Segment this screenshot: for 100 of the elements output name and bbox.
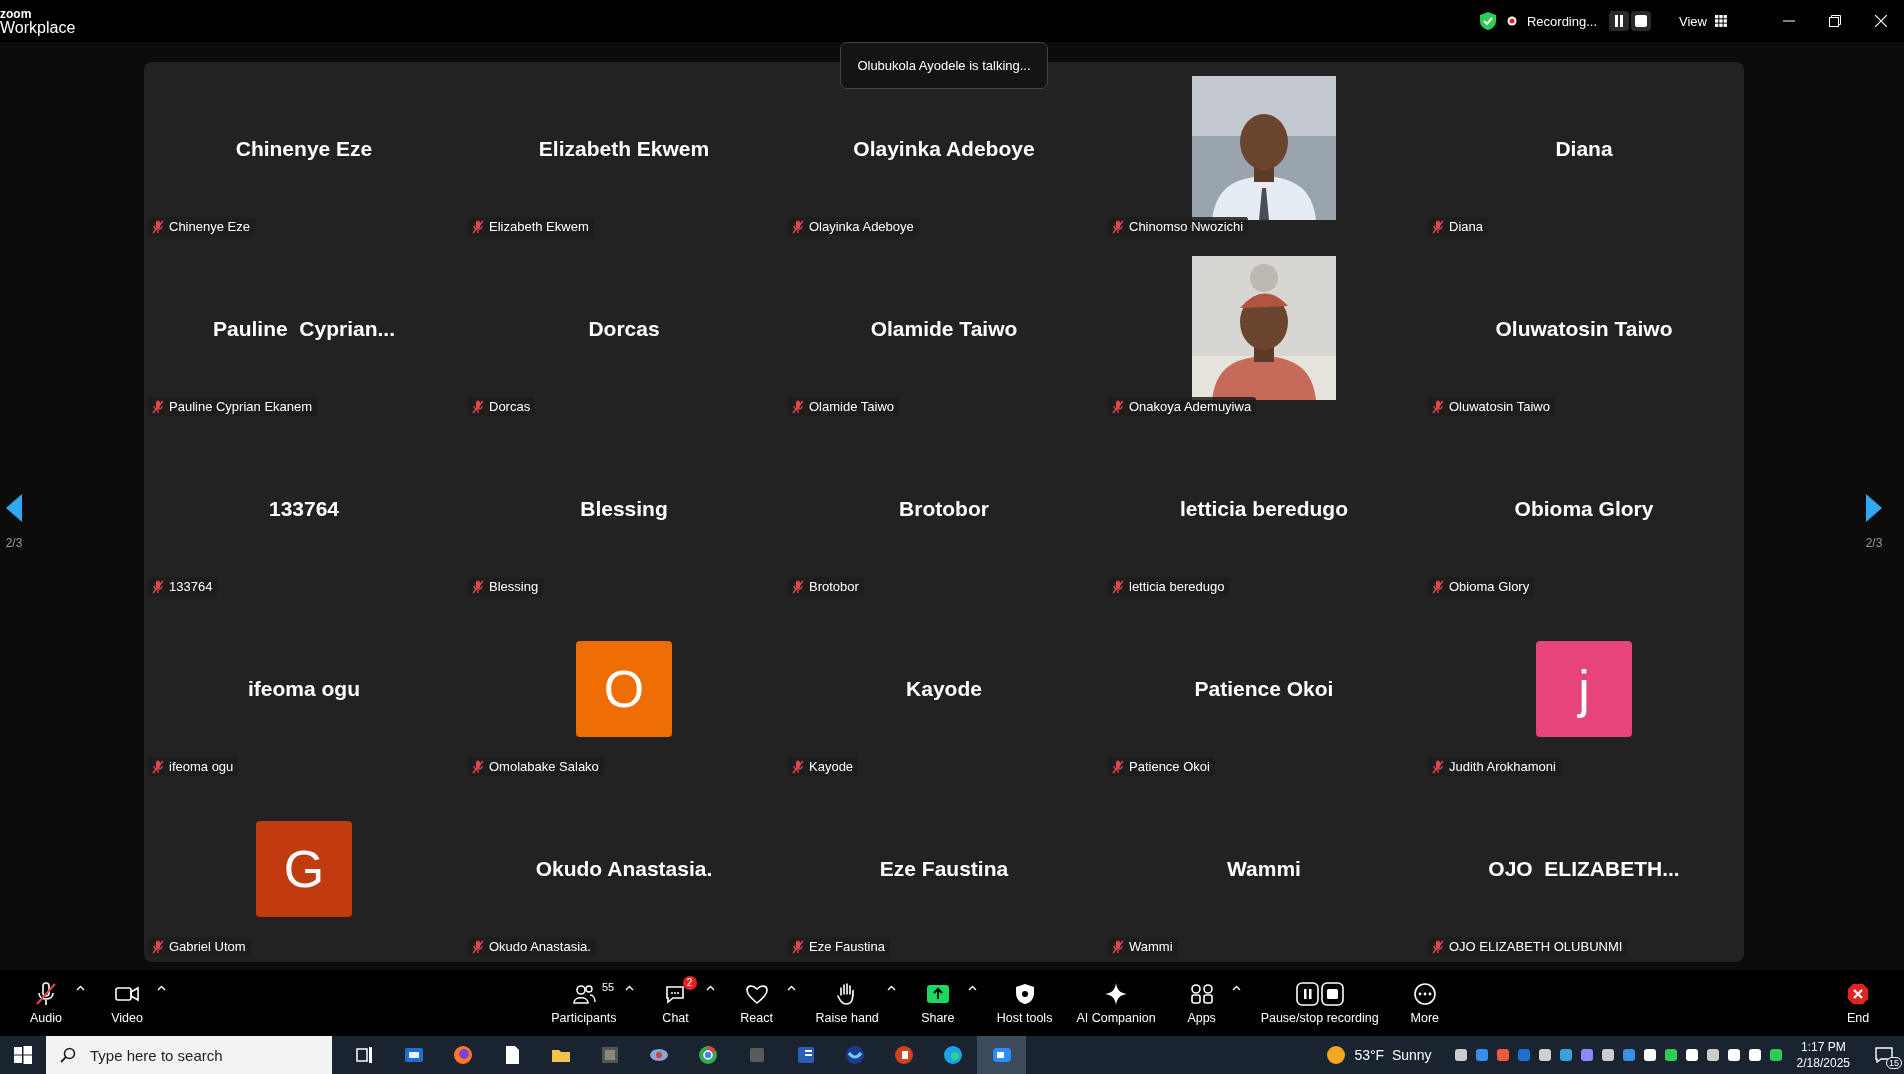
muted-mic-icon <box>1432 219 1444 234</box>
caret-icon <box>76 985 85 991</box>
participant-label: Pauline Cyprian Ekanem <box>169 399 313 414</box>
stop-icon <box>1635 15 1648 27</box>
tray-icon[interactable] <box>1453 1048 1468 1062</box>
participant-name: Pauline Cyprian... <box>212 317 396 341</box>
toolbar-button[interactable]: React <box>728 977 785 1029</box>
participant-label: Onakoya Ademuyiwa <box>1129 399 1252 414</box>
muted-mic-icon <box>792 399 804 414</box>
caret-icon <box>786 985 796 991</box>
toolbar-button[interactable]: Audio <box>18 977 74 1029</box>
muted-mic-icon <box>152 219 164 234</box>
participant-label: Gabriel Utom <box>169 939 246 954</box>
caret-icon <box>157 985 166 991</box>
participant-name: Okudo Anastasia. <box>535 857 713 881</box>
taskbar-button[interactable] <box>977 1036 1026 1074</box>
participant-label: ifeoma ogu <box>169 759 234 774</box>
caret-icon <box>624 985 634 991</box>
participant-label: Wammi <box>1129 939 1173 954</box>
stop-button[interactable] <box>1631 11 1652 31</box>
unread-badge: 2 <box>682 976 697 990</box>
muted-mic-icon <box>1432 939 1444 954</box>
muted-mic-icon <box>792 219 804 234</box>
end-button[interactable]: End <box>1830 977 1886 1029</box>
muted-mic-icon <box>152 579 164 594</box>
toolbar-button[interactable]: Raise hand <box>809 977 885 1029</box>
participant-name: Olayinka Adeboye <box>853 137 1035 161</box>
clock-time: 1:17 PM <box>1799 1038 1847 1055</box>
participant-name: 133764 <box>268 497 340 521</box>
toolbar-button[interactable]: 55 Participants <box>545 977 623 1029</box>
muted-mic-icon <box>1112 219 1124 234</box>
muted-mic-icon <box>472 759 484 774</box>
tray-icon[interactable] <box>1705 1048 1720 1062</box>
speaker-notice: Olubukola Ayodele is talking... <box>840 42 1048 89</box>
windows-logo-icon <box>14 1046 32 1064</box>
participant-name: Brotobor <box>899 497 989 521</box>
participant-name: ifeoma ogu <box>248 677 360 701</box>
people-icon <box>571 982 596 1006</box>
toolbar-button[interactable]: Share <box>909 977 966 1029</box>
heart-icon <box>744 982 769 1006</box>
participant-label: Brotobor <box>809 579 859 594</box>
toolbar-button[interactable]: More <box>1396 977 1453 1029</box>
participant-label: Elizabeth Ekwem <box>489 219 589 234</box>
toolbar-button[interactable]: Video <box>99 977 155 1029</box>
participant-label: Diana <box>1449 219 1483 234</box>
caret-icon <box>1231 985 1241 991</box>
participant-name: Blessing <box>580 497 668 521</box>
tray-icon[interactable] <box>1642 1048 1657 1062</box>
tray-icon[interactable] <box>1537 1048 1552 1062</box>
participant-label: letticia beredugo <box>1129 579 1225 594</box>
page-indicator: 2/3 <box>5 536 23 550</box>
tray-icon[interactable] <box>1747 1048 1762 1062</box>
toolbar-button[interactable]: Host tools <box>990 977 1059 1029</box>
app-title: Workplace <box>0 20 76 36</box>
record-dot-icon <box>1506 16 1517 26</box>
end-icon <box>1846 982 1870 1006</box>
close-icon <box>1875 15 1887 27</box>
restore-icon <box>1829 15 1841 27</box>
app-icon <box>843 1044 866 1066</box>
muted-mic-icon <box>472 219 484 234</box>
participant-label: Okudo Anastasia. <box>489 939 591 954</box>
search-field[interactable]: Type here to search <box>46 1036 332 1074</box>
muted-mic-icon <box>152 759 164 774</box>
participant-label: Omolabake Salako <box>489 759 599 774</box>
tray-icon[interactable] <box>1768 1048 1783 1062</box>
participant-label: Chinomso Nwozichi <box>1129 219 1244 234</box>
avatar: O <box>576 641 672 737</box>
toolbar-button[interactable]: AI Companion <box>1070 977 1162 1029</box>
previous-page-button[interactable] <box>6 494 22 522</box>
muted-mic-icon <box>1112 399 1124 414</box>
view-button[interactable]: View <box>1679 13 1728 29</box>
participant-name: Dorcas <box>588 317 660 341</box>
caret-icon <box>967 985 977 991</box>
tray-icon[interactable] <box>1663 1048 1678 1062</box>
toolbar-button[interactable]: Apps <box>1173 977 1230 1029</box>
toolbar-button[interactable]: Pause/stop recording <box>1254 977 1385 1029</box>
apps-icon <box>1189 982 1214 1006</box>
participant-name: Obioma Glory <box>1514 497 1654 521</box>
participant-name: Kayode <box>906 677 982 701</box>
notifications-button[interactable]: 15 <box>1864 1036 1904 1074</box>
tray-icon[interactable] <box>1600 1048 1615 1062</box>
more-icon <box>1412 982 1437 1006</box>
toolbar-button[interactable]: 2 Chat <box>647 977 704 1029</box>
participant-label: OJO ELIZABETH OLUBUNMI <box>1449 939 1623 954</box>
tray-icon[interactable] <box>1684 1048 1699 1062</box>
avatar: j <box>1536 641 1632 737</box>
participant-name: Chinenye Eze <box>235 137 373 161</box>
participant-label: Blessing <box>489 579 539 594</box>
pause-icon <box>1614 15 1625 27</box>
participant-label: 133764 <box>169 579 213 594</box>
participant-label: Obioma Glory <box>1449 579 1530 594</box>
muted-mic-icon <box>1112 939 1124 954</box>
next-page-button[interactable] <box>1866 494 1882 522</box>
muted-mic-icon <box>792 579 804 594</box>
caret-icon <box>886 985 896 991</box>
participant-label: Patience Okoi <box>1129 759 1210 774</box>
tray-icon[interactable] <box>1726 1048 1741 1062</box>
left-arrow-icon <box>6 494 22 522</box>
pause-button[interactable] <box>1609 11 1630 31</box>
muted-mic-icon <box>472 939 484 954</box>
